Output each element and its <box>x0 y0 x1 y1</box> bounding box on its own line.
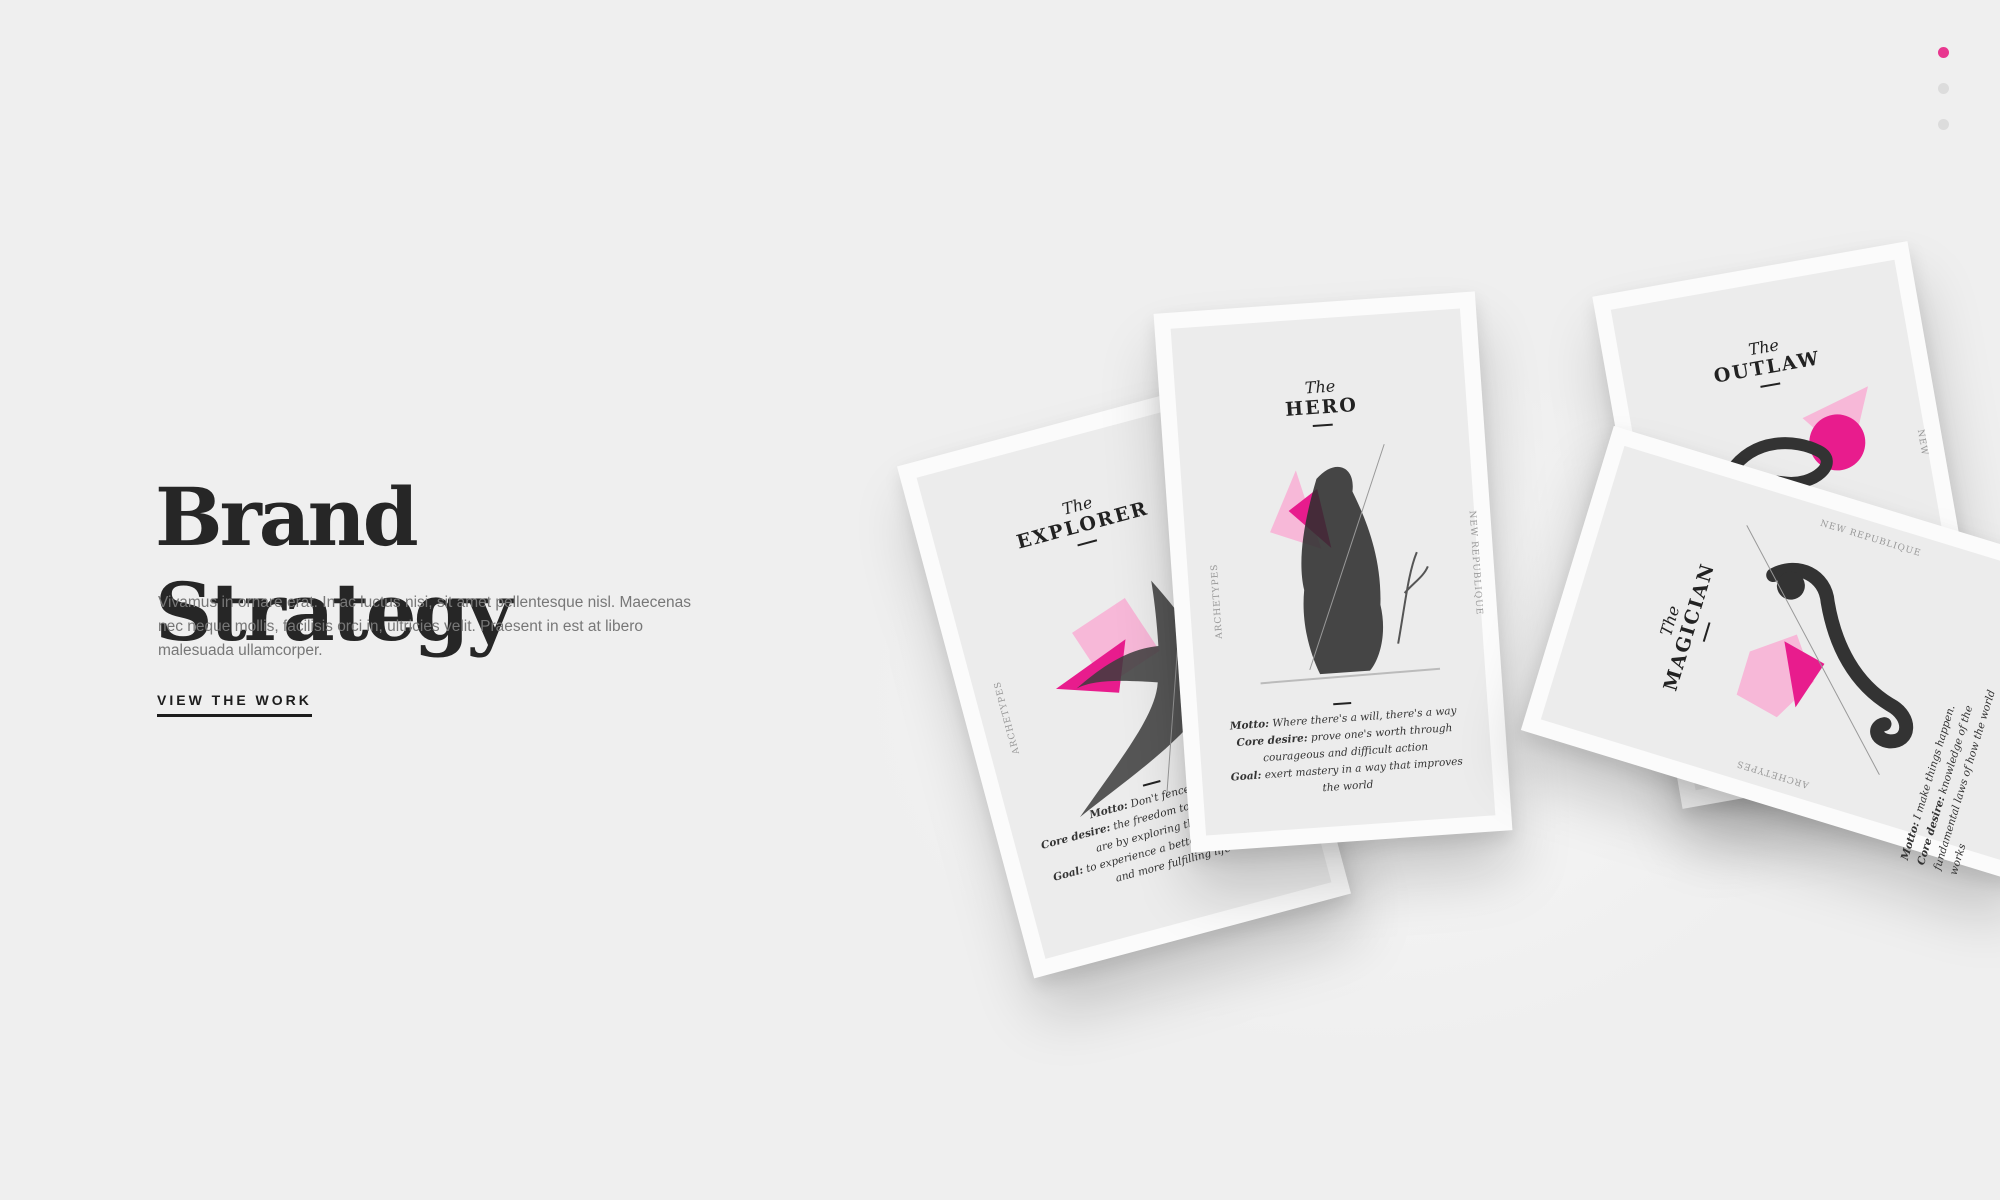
bear-illustration <box>1260 443 1441 685</box>
card-hero[interactable]: The HERO ARCHETYPES NEW REPUBLIQUE Motto… <box>1153 291 1513 853</box>
archetypes-label: ARCHETYPES <box>1735 757 1811 790</box>
new-republique-label: NEW REPUBLIQUE <box>1466 510 1484 616</box>
card-hero-title: The HERO <box>1175 368 1468 436</box>
new-republique-label: NEW <box>1914 428 1930 457</box>
slide-pagination <box>1938 47 1952 155</box>
pagination-dot-1[interactable] <box>1938 47 1949 58</box>
view-the-work-link[interactable]: VIEW THE WORK <box>157 692 312 717</box>
pagination-dot-3[interactable] <box>1938 119 1949 130</box>
pagination-dot-2[interactable] <box>1938 83 1949 94</box>
hero-description: Vivamus in ornare erat. In ac luctus nis… <box>158 594 692 659</box>
card-hero-text: Motto: Where there's a will, there's a w… <box>1217 694 1473 804</box>
card-hero-inner: The HERO ARCHETYPES NEW REPUBLIQUE Motto… <box>1170 308 1496 836</box>
archetypes-label: ARCHETYPES <box>1209 563 1226 640</box>
